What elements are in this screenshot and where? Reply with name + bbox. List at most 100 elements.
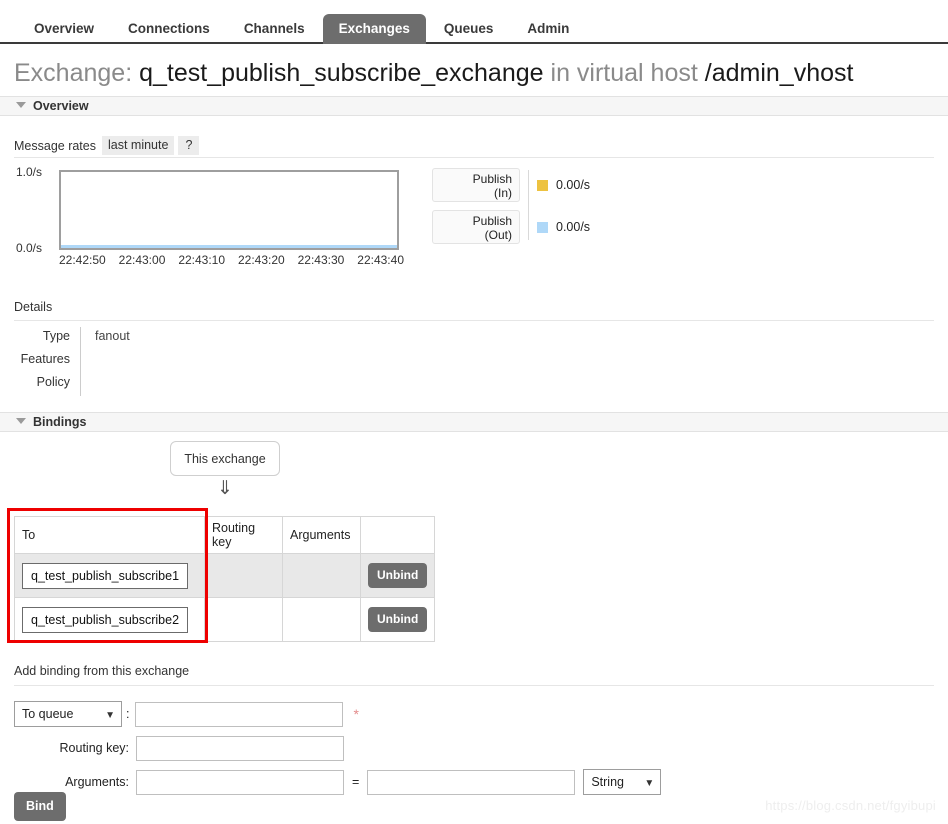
- chart-plot-area: [59, 170, 399, 250]
- message-rates-header: Message rates last minute ?: [14, 136, 203, 155]
- binding-to-cell: q_test_publish_subscribe1: [14, 553, 205, 598]
- legend-button-line2: (In): [494, 186, 512, 200]
- argument-value-input[interactable]: [367, 769, 576, 795]
- argument-key-input[interactable]: [136, 769, 344, 795]
- rates-divider: [14, 157, 934, 158]
- argument-type-value: String: [591, 775, 624, 789]
- chart-x-tick: 22:43:40: [357, 253, 404, 267]
- chart-x-tick: 22:43:10: [178, 253, 226, 267]
- chart-series-publish-out-line: [61, 245, 397, 248]
- page-title-vhost: /admin_vhost: [704, 59, 854, 87]
- period-selector-last-minute[interactable]: last minute: [101, 136, 175, 155]
- argument-type-select[interactable]: String ▼: [583, 769, 662, 795]
- legend-button-line1: Publish: [472, 172, 512, 186]
- unbind-button[interactable]: Unbind: [368, 563, 428, 588]
- tab-admin[interactable]: Admin: [511, 14, 585, 44]
- chart-legend: Publish (In) 0.00/s Publish (Out) 0.00/s: [432, 168, 612, 252]
- destination-colon: :: [126, 707, 130, 721]
- routing-key-label: Routing key:: [59, 741, 129, 755]
- legend-row-publish-in: Publish (In) 0.00/s: [432, 168, 612, 202]
- binding-action-cell: Unbind: [359, 553, 436, 598]
- chart-y-axis-max-label: 1.0/s: [16, 165, 43, 179]
- details-separator: [80, 373, 81, 396]
- legend-button-line1: Publish: [472, 214, 512, 228]
- legend-swatch-publish-out: [537, 221, 548, 233]
- destination-type-select[interactable]: To queue ▼: [14, 701, 122, 727]
- legend-swatch-publish-in: [537, 179, 548, 191]
- page-title-prefix: Exchange:: [14, 59, 133, 87]
- legend-button-line2: (Out): [484, 228, 512, 242]
- required-marker: *: [353, 706, 359, 722]
- chart-x-tick: 22:42:50: [59, 253, 106, 267]
- queue-link[interactable]: q_test_publish_subscribe1: [22, 562, 189, 589]
- legend-row-publish-out: Publish (Out) 0.00/s: [432, 210, 612, 244]
- bindings-table-head: To Routing key Arguments: [14, 516, 436, 554]
- binding-arguments-cell: [282, 553, 361, 598]
- legend-value-publish-out: 0.00/s: [556, 220, 591, 234]
- page-title: Exchange: q_test_publish_subscribe_excha…: [14, 58, 853, 88]
- arguments-label: Arguments:: [65, 775, 129, 789]
- message-rates-chart: 1.0/s 0.0/s 22:42:50 22:43:00 22:43:10 2…: [14, 165, 434, 270]
- add-binding-label: Add binding from this exchange: [14, 664, 190, 678]
- triangle-down-icon: [16, 418, 26, 424]
- message-rates-label: Message rates: [14, 138, 96, 153]
- form-row-routing-key: Routing key:: [14, 733, 661, 763]
- tab-overview[interactable]: Overview: [18, 14, 110, 44]
- section-label-bindings: Bindings: [33, 415, 87, 429]
- tab-exchanges[interactable]: Exchanges: [322, 14, 426, 44]
- chart-x-tick: 22:43:30: [297, 253, 345, 267]
- details-row-policy: Policy: [14, 373, 130, 396]
- main-navigation: Overview Connections Channels Exchanges …: [0, 0, 948, 44]
- unbind-button[interactable]: Unbind: [368, 607, 428, 632]
- bindings-table: To Routing key Arguments q_test_publish_…: [14, 516, 436, 642]
- nav-tab-list: Overview Connections Channels Exchanges …: [0, 0, 948, 44]
- bindings-header-row: To Routing key Arguments: [14, 516, 436, 554]
- chart-y-axis-min-label: 0.0/s: [16, 241, 43, 255]
- binding-action-cell: Unbind: [359, 597, 436, 642]
- details-row-type: Type fanout: [14, 327, 130, 350]
- details-row-features: Features: [14, 350, 130, 373]
- tab-connections[interactable]: Connections: [112, 14, 226, 44]
- details-table: Type fanout Features Policy: [14, 327, 130, 396]
- table-row: q_test_publish_subscribe2 Unbind: [14, 597, 436, 642]
- binding-routing-key-cell: [204, 553, 283, 598]
- add-binding-form: To queue ▼ : * Routing key: Arguments: =…: [14, 699, 662, 801]
- help-icon[interactable]: ?: [178, 136, 200, 155]
- bind-button[interactable]: Bind: [14, 792, 66, 821]
- argument-equals-sign: =: [352, 775, 360, 789]
- routing-key-input[interactable]: [136, 735, 344, 761]
- details-label: Details: [14, 300, 53, 314]
- bindings-col-to: To: [14, 516, 205, 554]
- legend-divider: [528, 170, 529, 240]
- details-separator: [80, 350, 81, 373]
- double-down-arrow-icon: ⇓: [217, 478, 233, 499]
- section-label-overview: Overview: [33, 99, 89, 113]
- tab-channels[interactable]: Channels: [228, 14, 321, 44]
- binding-source-this-exchange[interactable]: This exchange: [170, 441, 280, 476]
- details-key-type: Type: [42, 329, 70, 343]
- page-root: Overview Connections Channels Exchanges …: [0, 0, 948, 824]
- legend-button-publish-out[interactable]: Publish (Out): [432, 210, 520, 244]
- watermark-text: https://blog.csdn.net/fgyibupi: [765, 798, 936, 813]
- triangle-down-icon: [16, 102, 26, 108]
- queue-link[interactable]: q_test_publish_subscribe2: [22, 606, 189, 633]
- chart-x-tick: 22:43:00: [118, 253, 166, 267]
- form-row-arguments: Arguments: = String ▼: [14, 767, 662, 797]
- binding-arguments-cell: [282, 597, 361, 642]
- bindings-col-arguments: Arguments: [282, 516, 361, 554]
- section-header-bindings[interactable]: Bindings: [0, 412, 948, 432]
- form-row-destination: To queue ▼ : *: [14, 699, 661, 729]
- details-key-policy: Policy: [36, 375, 70, 389]
- tab-queues[interactable]: Queues: [428, 14, 510, 44]
- bindings-col-routing-key: Routing key: [204, 516, 283, 554]
- bindings-table-body: q_test_publish_subscribe1 Unbind q_test_…: [14, 553, 436, 642]
- legend-button-publish-in[interactable]: Publish (In): [432, 168, 520, 202]
- binding-to-cell: q_test_publish_subscribe2: [14, 597, 205, 642]
- chevron-down-icon: ▼: [644, 778, 655, 789]
- destination-input[interactable]: [135, 701, 344, 727]
- bindings-col-actions: [359, 516, 436, 554]
- chart-x-tick: 22:43:20: [237, 253, 285, 267]
- add-binding-divider: [14, 685, 934, 686]
- chevron-down-icon: ▼: [105, 710, 115, 721]
- section-header-overview[interactable]: Overview: [0, 96, 948, 116]
